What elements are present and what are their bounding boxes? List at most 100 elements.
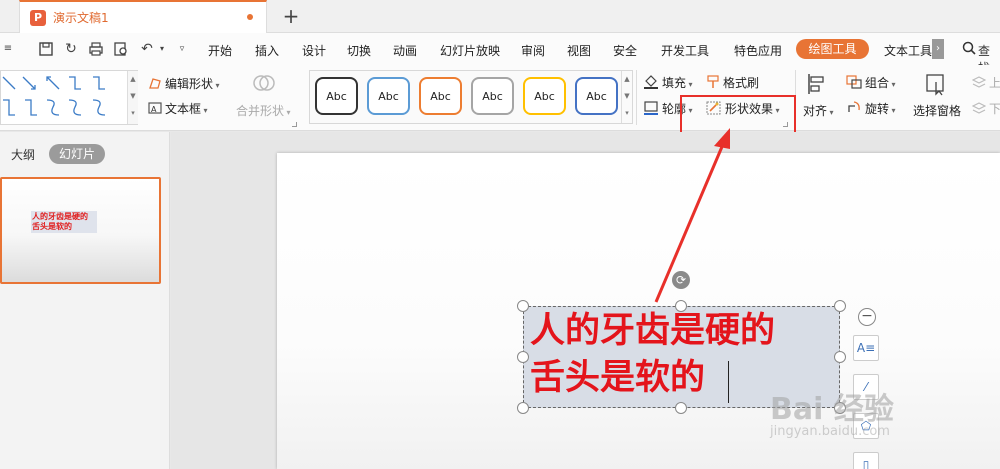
resize-handle-top[interactable] [675, 300, 687, 312]
fill-label: 填充 [662, 76, 687, 90]
collapse-toolbar-icon[interactable]: − [858, 308, 876, 326]
customize-dropdown-icon[interactable]: ▿ [174, 41, 190, 57]
menu-toggle-icon[interactable]: ≡ [0, 41, 16, 57]
baidu-watermark-url: jingyan.baidu.com [770, 424, 890, 439]
style-sample-6[interactable]: Abc [575, 77, 618, 115]
shape-outline-icon[interactable]: ▯ [853, 452, 879, 469]
group-button[interactable]: 组合 ▾ [846, 74, 896, 92]
tab-outline[interactable]: 大纲 [11, 146, 35, 163]
print-preview-icon[interactable] [113, 41, 129, 57]
send-backward-label: 下 [989, 102, 1000, 116]
menu-view[interactable]: 视图 [567, 42, 591, 59]
thumbnail-text: 人的牙齿是硬的 舌头是软的 [31, 211, 97, 233]
resize-handle-top-right[interactable] [834, 300, 846, 312]
layers-down-icon [971, 101, 987, 118]
text-format-icon[interactable]: A≡ [853, 335, 879, 361]
menu-more-icon[interactable]: › [932, 39, 944, 59]
presentation-icon: P [30, 10, 46, 26]
print-icon[interactable] [88, 41, 104, 57]
selection-pane-button[interactable]: 选择窗格 [913, 102, 961, 119]
menu-bar: ≡ ↻ ↶ ▾ ▿ 开始 插入 设计 切换 动画 幻灯片放映 审阅 视图 安全 … [0, 33, 1000, 75]
resize-handle-top-left[interactable] [517, 300, 529, 312]
edit-shape-label: 编辑形状 [165, 77, 214, 91]
resize-handle-bottom[interactable] [675, 402, 687, 414]
redo-icon[interactable]: ↻ [63, 41, 79, 57]
menu-review[interactable]: 审阅 [521, 42, 545, 59]
line-shapes-row-1 [1, 74, 125, 96]
outline-icon [643, 101, 659, 118]
rotate-handle-icon[interactable]: ⟳ [672, 271, 690, 289]
shape-style-gallery[interactable]: Abc Abc Abc Abc Abc Abc ▲ ▼ ▾ [309, 70, 633, 124]
undo-dropdown-icon[interactable]: ▾ [154, 41, 170, 57]
resize-handle-left[interactable] [517, 351, 529, 363]
ribbon-divider [636, 70, 637, 125]
text-line-1: 人的牙齿是硬的 [530, 311, 776, 351]
align-label: 对齐 [803, 104, 828, 118]
menu-home[interactable]: 开始 [208, 42, 232, 59]
menu-slideshow[interactable]: 幻灯片放映 [440, 42, 500, 59]
style-sample-2[interactable]: Abc [367, 77, 410, 115]
format-painter-label: 格式刷 [723, 76, 760, 90]
annotation-highlight-box [680, 95, 796, 135]
title-tab-bar: P 演示文稿1 + [0, 0, 1000, 33]
align-button[interactable]: 对齐 ▾ [803, 102, 834, 119]
group-icon [846, 75, 862, 92]
menu-text-tools[interactable]: 文本工具 [884, 42, 932, 59]
bring-forward-button[interactable]: 上 [971, 74, 1000, 92]
slide-thumbnail[interactable]: 人的牙齿是硬的 舌头是软的 [0, 177, 161, 284]
group-expand-icon[interactable] [292, 122, 297, 127]
line-shape-gallery[interactable]: ▲ ▼ ▾ [0, 70, 138, 125]
menu-animation[interactable]: 动画 [393, 42, 417, 59]
undo-icon[interactable]: ↶ [139, 41, 155, 57]
document-tab[interactable]: P 演示文稿1 [19, 0, 267, 33]
menu-insert[interactable]: 插入 [255, 42, 279, 59]
thumbnail-line-2: 舌头是软的 [32, 222, 72, 231]
style-sample-5[interactable]: Abc [523, 77, 566, 115]
style-sample-3[interactable]: Abc [419, 77, 462, 115]
ribbon-toolbar: ▲ ▼ ▾ 编辑形状 ▾ A 文本框 ▾ 合并形状 ▾ Abc Abc Abc Abc… [0, 65, 1000, 131]
group-label: 组合 [865, 76, 890, 90]
fill-button[interactable]: 填充 ▾ [643, 74, 693, 92]
save-icon[interactable] [38, 41, 54, 57]
text-caret [728, 361, 729, 403]
menu-special[interactable]: 特色应用 [734, 42, 782, 59]
menu-drawing-tools[interactable]: 绘图工具 [796, 39, 869, 59]
merge-shape-button[interactable]: 合并形状 ▾ [236, 102, 291, 119]
format-painter-button[interactable]: 格式刷 [706, 74, 759, 92]
resize-handle-bottom-left[interactable] [517, 402, 529, 414]
line-shapes-row-2 [1, 97, 125, 123]
text-line-2: 舌头是软的 [530, 358, 706, 398]
merge-shape-icon [252, 72, 275, 94]
merge-shape-label: 合并形状 [236, 104, 285, 118]
format-painter-icon [706, 75, 720, 92]
tab-slides[interactable]: 幻灯片 [49, 144, 105, 164]
menu-design[interactable]: 设计 [302, 42, 326, 59]
style-gallery-scroll[interactable]: ▲ ▼ ▾ [621, 71, 632, 123]
new-tab-button[interactable]: + [281, 3, 301, 29]
edit-shape-icon [148, 76, 162, 93]
menu-developer[interactable]: 开发工具 [661, 42, 709, 59]
style-sample-4[interactable]: Abc [471, 77, 514, 115]
document-title: 演示文稿1 [53, 11, 109, 25]
rotate-label: 旋转 [865, 102, 890, 116]
gallery-scroll[interactable]: ▲ ▼ ▾ [127, 71, 138, 124]
resize-handle-right[interactable] [834, 351, 846, 363]
style-sample-1[interactable]: Abc [315, 77, 358, 115]
svg-text:A: A [151, 105, 157, 114]
send-backward-button[interactable]: 下 [971, 100, 1000, 118]
unsaved-dot-icon [247, 14, 253, 20]
slides-panel: 大纲 幻灯片 人的牙齿是硬的 舌头是软的 [0, 132, 170, 469]
text-box-icon: A [148, 101, 162, 118]
edit-shape-button[interactable]: 编辑形状 ▾ [148, 75, 220, 93]
text-box-button[interactable]: A 文本框 ▾ [148, 100, 208, 118]
selection-pane-icon [924, 72, 948, 99]
rotate-icon [846, 101, 862, 118]
text-box-content[interactable]: 人的牙齿是硬的 舌头是软的 [530, 308, 775, 402]
search-icon[interactable] [962, 41, 976, 55]
menu-security[interactable]: 安全 [613, 42, 637, 59]
menu-transition[interactable]: 切换 [347, 42, 371, 59]
fill-bucket-icon [643, 75, 659, 92]
rotate-button[interactable]: 旋转 ▾ [846, 100, 896, 118]
align-icon [806, 72, 830, 99]
layers-up-icon [971, 75, 987, 92]
